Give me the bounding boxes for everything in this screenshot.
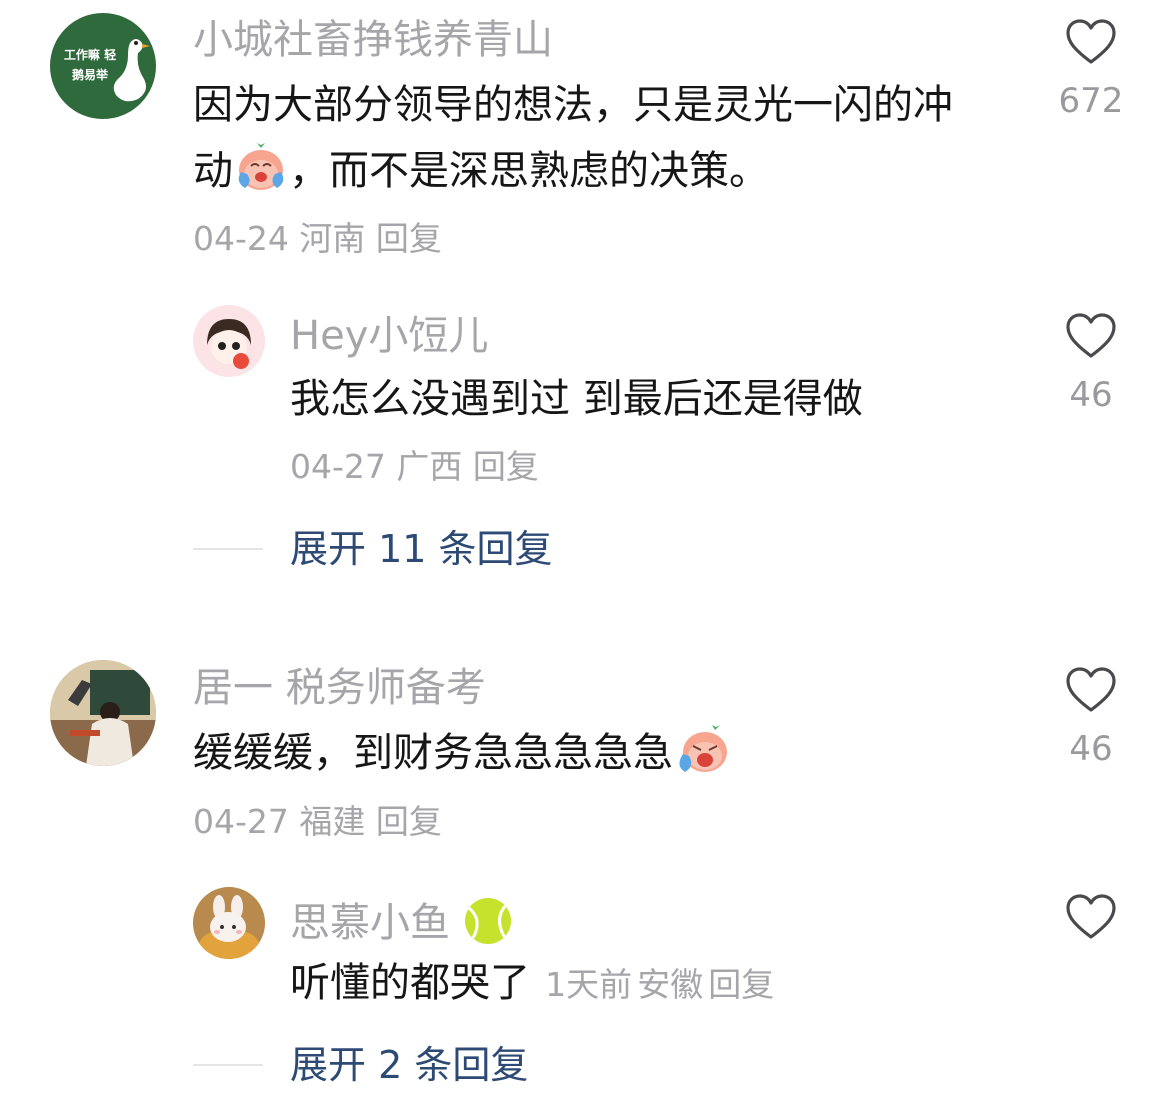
comment-username[interactable]: 居一 税务师备考 (193, 668, 486, 708)
like-button[interactable]: 672 (1053, 18, 1129, 118)
crying-face-emoji-icon (673, 724, 729, 794)
like-button[interactable]: 46 (1053, 312, 1129, 412)
like-count: 46 (1069, 729, 1113, 769)
reply-username: 思慕小鱼 (290, 896, 513, 953)
reply-date: 04-27 (290, 447, 386, 486)
like-button[interactable]: 46 (1053, 666, 1129, 766)
comment-text: 因为大部分领导的想法，只是灵光一闪的冲 动 ，而不是深思熟虑的决策。 (193, 72, 1043, 212)
like-button[interactable] (1053, 893, 1129, 941)
avatar[interactable] (193, 305, 265, 377)
expand-replies-button[interactable]: 展开 2 条回复 (290, 1046, 528, 1084)
expand-replies-button[interactable]: 展开 11 条回复 (290, 530, 553, 568)
heart-icon (1066, 667, 1116, 712)
comment-date: 04-27 (193, 802, 289, 841)
comment-meta: 04-27 福建 回复 (193, 805, 442, 838)
reply-text: 听懂的都哭了 (290, 960, 530, 1006)
reply-text-row: 听懂的都哭了 1天前 安徽 回复 (290, 950, 774, 1016)
comment-text: 缓缓缓，到财务急急急急急 (193, 720, 729, 794)
reply-time: 1天前 (545, 965, 633, 1004)
avatar[interactable] (50, 660, 156, 766)
reply-text: 我怎么没遇到过 到最后还是得做 (290, 376, 863, 422)
tennis-ball-icon (463, 896, 513, 953)
comment-region: 福建 (299, 802, 366, 841)
reply-username[interactable]: Hey小饾儿 (290, 316, 488, 356)
avatar[interactable]: 工作嘛 轻鹅易举 (50, 13, 156, 119)
reply-region: 广西 (396, 447, 463, 486)
reply-button[interactable]: 回复 (376, 802, 442, 841)
heart-icon (1066, 894, 1116, 939)
reply-button[interactable]: 回复 (376, 219, 442, 258)
comment-date: 04-24 (193, 219, 289, 258)
comment-username[interactable]: 小城社畜挣钱养青山 (193, 20, 553, 60)
divider (193, 548, 263, 550)
like-count: 672 (1058, 81, 1124, 121)
heart-icon (1066, 19, 1116, 64)
reply-meta: 04-27 广西 回复 (290, 450, 539, 483)
reply-button[interactable]: 回复 (708, 965, 774, 1004)
heart-icon (1066, 313, 1116, 358)
avatar[interactable] (193, 887, 265, 959)
comment-text-line: 动 ，而不是深思熟虑的决策。 (193, 138, 1043, 212)
comment-text-line: 因为大部分领导的想法，只是灵光一闪的冲 (193, 82, 953, 128)
comment-meta: 04-24 河南 回复 (193, 222, 442, 255)
comment-region: 河南 (299, 219, 366, 258)
reply-username-text[interactable]: 思慕小鱼 (290, 900, 450, 946)
reply-region: 安徽 (637, 965, 704, 1004)
divider (193, 1064, 263, 1066)
crying-face-emoji-icon (233, 142, 289, 212)
reply-button[interactable]: 回复 (473, 447, 539, 486)
like-count: 46 (1069, 375, 1113, 415)
avatar-text: 工作嘛 轻鹅易举 (63, 48, 117, 82)
